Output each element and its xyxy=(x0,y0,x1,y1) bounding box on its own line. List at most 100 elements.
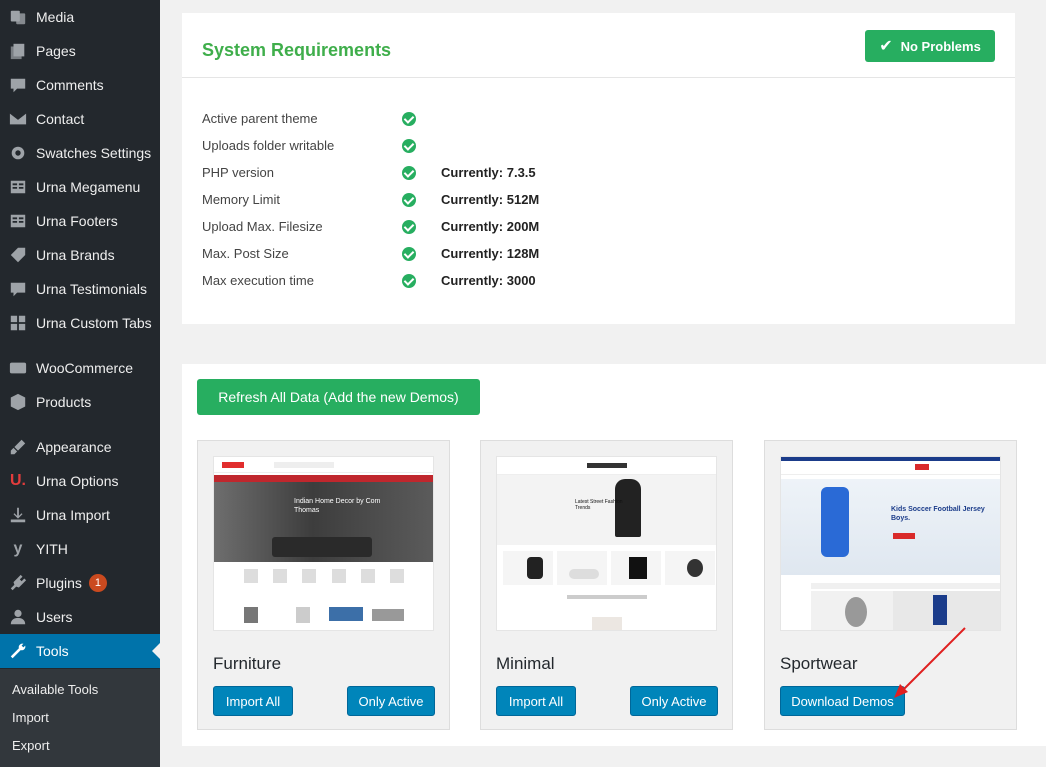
check-circle-icon xyxy=(402,112,416,126)
sidebar-item-label: Comments xyxy=(36,77,104,93)
sidebar-item-urna-testimonials[interactable]: Urna Testimonials xyxy=(0,272,160,306)
urna-logo-icon: U. xyxy=(10,472,26,489)
tag-icon xyxy=(8,245,28,265)
tabs-icon xyxy=(8,313,28,333)
mail-icon xyxy=(8,109,28,129)
requirement-row: Uploads folder writable xyxy=(202,138,802,158)
sidebar-item-label: Users xyxy=(36,609,73,625)
requirement-row: Active parent theme xyxy=(202,111,802,131)
thumbnail-caption: Indian Home Decor by Com Thomas xyxy=(294,498,381,514)
sidebar-item-label: Products xyxy=(36,394,92,410)
sidebar-item-label: WooCommerce xyxy=(36,360,133,376)
requirement-row: Memory Limit Currently: 512M xyxy=(202,192,802,212)
requirement-value: Currently: 128M xyxy=(441,246,540,261)
sidebar-item-woocommerce[interactable]: WooCommerce xyxy=(0,351,160,385)
requirement-row: PHP version Currently: 7.3.5 xyxy=(202,165,802,185)
sidebar-item-users[interactable]: Users xyxy=(0,600,160,634)
requirement-label: Max execution time xyxy=(202,273,314,288)
sidebar-item-tools[interactable]: Tools xyxy=(0,634,160,668)
import-all-button[interactable]: Import All xyxy=(496,686,576,716)
sidebar-item-label: Urna Megamenu xyxy=(36,179,141,195)
yith-icon: y xyxy=(13,540,23,557)
only-active-button[interactable]: Only Active xyxy=(630,686,718,716)
grid-icon xyxy=(8,211,28,231)
requirement-value: Currently: 512M xyxy=(441,192,540,207)
check-circle-icon xyxy=(402,193,416,207)
plugin-icon xyxy=(8,573,28,593)
sidebar-item-urna-options[interactable]: U. Urna Options xyxy=(0,464,160,498)
sidebar-item-label: Appearance xyxy=(36,439,112,455)
requirement-label: PHP version xyxy=(202,165,275,180)
quote-icon xyxy=(8,279,28,299)
comments-icon xyxy=(8,75,28,95)
requirement-label: Uploads folder writable xyxy=(202,138,335,153)
check-circle-icon xyxy=(402,274,416,288)
sidebar-item-urna-custom-tabs[interactable]: Urna Custom Tabs xyxy=(0,306,160,340)
media-icon xyxy=(8,7,28,27)
sidebar-item-yith[interactable]: y YITH xyxy=(0,532,160,566)
check-circle-icon xyxy=(402,220,416,234)
sidebar-item-plugins[interactable]: Plugins 1 xyxy=(0,566,160,600)
check-circle-icon xyxy=(402,139,416,153)
sidebar-item-urna-megamenu[interactable]: Urna Megamenu xyxy=(0,170,160,204)
only-active-button[interactable]: Only Active xyxy=(347,686,435,716)
sidebar-item-label: Urna Custom Tabs xyxy=(36,315,152,331)
sidebar-item-label: Tools xyxy=(36,643,69,659)
demo-card-minimal: Latest Street Fashion Trends Minimal Imp… xyxy=(480,440,733,730)
pages-icon xyxy=(8,41,28,61)
sidebar-item-comments[interactable]: Comments xyxy=(0,68,160,102)
sidebar-item-media[interactable]: Media xyxy=(0,0,160,34)
sidebar-item-urna-footers[interactable]: Urna Footers xyxy=(0,204,160,238)
sidebar-item-label: Urna Import xyxy=(36,507,110,523)
admin-sidebar: Media Pages Comments Contact Swatches Se… xyxy=(0,0,160,767)
refresh-data-button[interactable]: Refresh All Data (Add the new Demos) xyxy=(197,379,480,415)
woocommerce-icon xyxy=(8,358,28,378)
no-problems-button[interactable]: ✔ No Problems xyxy=(865,30,995,62)
demo-name: Sportwear xyxy=(780,654,858,673)
sidebar-item-contact[interactable]: Contact xyxy=(0,102,160,136)
demo-name: Furniture xyxy=(213,654,282,673)
download-icon xyxy=(8,505,28,525)
plugins-update-badge: 1 xyxy=(88,574,107,592)
sidebar-item-swatches-settings[interactable]: Swatches Settings xyxy=(0,136,160,170)
submenu-export[interactable]: Export xyxy=(12,738,50,753)
demo-thumbnail: Kids Soccer Football Jersey Boys. xyxy=(780,456,1001,631)
sidebar-item-label: Contact xyxy=(36,111,85,127)
download-demos-button[interactable]: Download Demos xyxy=(780,686,905,716)
sidebar-item-label: Urna Footers xyxy=(36,213,118,229)
demo-thumbnail: Indian Home Decor by Com Thomas xyxy=(213,456,434,631)
requirement-value: Currently: 7.3.5 xyxy=(441,165,536,180)
submenu-available-tools[interactable]: Available Tools xyxy=(12,682,98,697)
submenu-import[interactable]: Import xyxy=(12,710,49,725)
sidebar-item-pages[interactable]: Pages xyxy=(0,34,160,68)
sidebar-item-label: Plugins xyxy=(36,575,82,591)
sidebar-item-appearance[interactable]: Appearance xyxy=(0,430,160,464)
sidebar-item-label: Urna Brands xyxy=(36,247,115,263)
check-circle-icon xyxy=(402,247,416,261)
panel-title: System Requirements xyxy=(202,40,392,60)
sidebar-item-urna-brands[interactable]: Urna Brands xyxy=(0,238,160,272)
requirement-row: Max execution time Currently: 3000 xyxy=(202,273,802,293)
tools-submenu: Available Tools Import Export xyxy=(0,669,160,767)
requirement-label: Active parent theme xyxy=(202,111,318,126)
sidebar-item-label: Urna Options xyxy=(36,473,119,489)
system-requirements-panel: System Requirements ✔ No Problems Active… xyxy=(182,13,1015,324)
no-problems-label: No Problems xyxy=(900,38,981,54)
requirement-value: Currently: 3000 xyxy=(441,273,536,288)
requirement-label: Upload Max. Filesize xyxy=(202,219,323,234)
sidebar-item-products[interactable]: Products xyxy=(0,385,160,419)
grid-icon xyxy=(8,177,28,197)
sidebar-item-urna-import[interactable]: Urna Import xyxy=(0,498,160,532)
sidebar-item-label: Pages xyxy=(36,43,76,59)
requirement-value: Currently: 200M xyxy=(441,219,540,234)
requirement-label: Memory Limit xyxy=(202,192,281,207)
wrench-icon xyxy=(8,641,28,661)
check-icon: ✔ xyxy=(879,38,893,55)
sidebar-item-label: Urna Testimonials xyxy=(36,281,148,297)
paintbrush-icon xyxy=(8,437,28,457)
divider xyxy=(182,77,1015,78)
demo-thumbnail: Latest Street Fashion Trends xyxy=(496,456,717,631)
sidebar-item-label: Swatches Settings xyxy=(36,145,152,161)
import-all-button[interactable]: Import All xyxy=(213,686,293,716)
demo-name: Minimal xyxy=(496,654,555,673)
